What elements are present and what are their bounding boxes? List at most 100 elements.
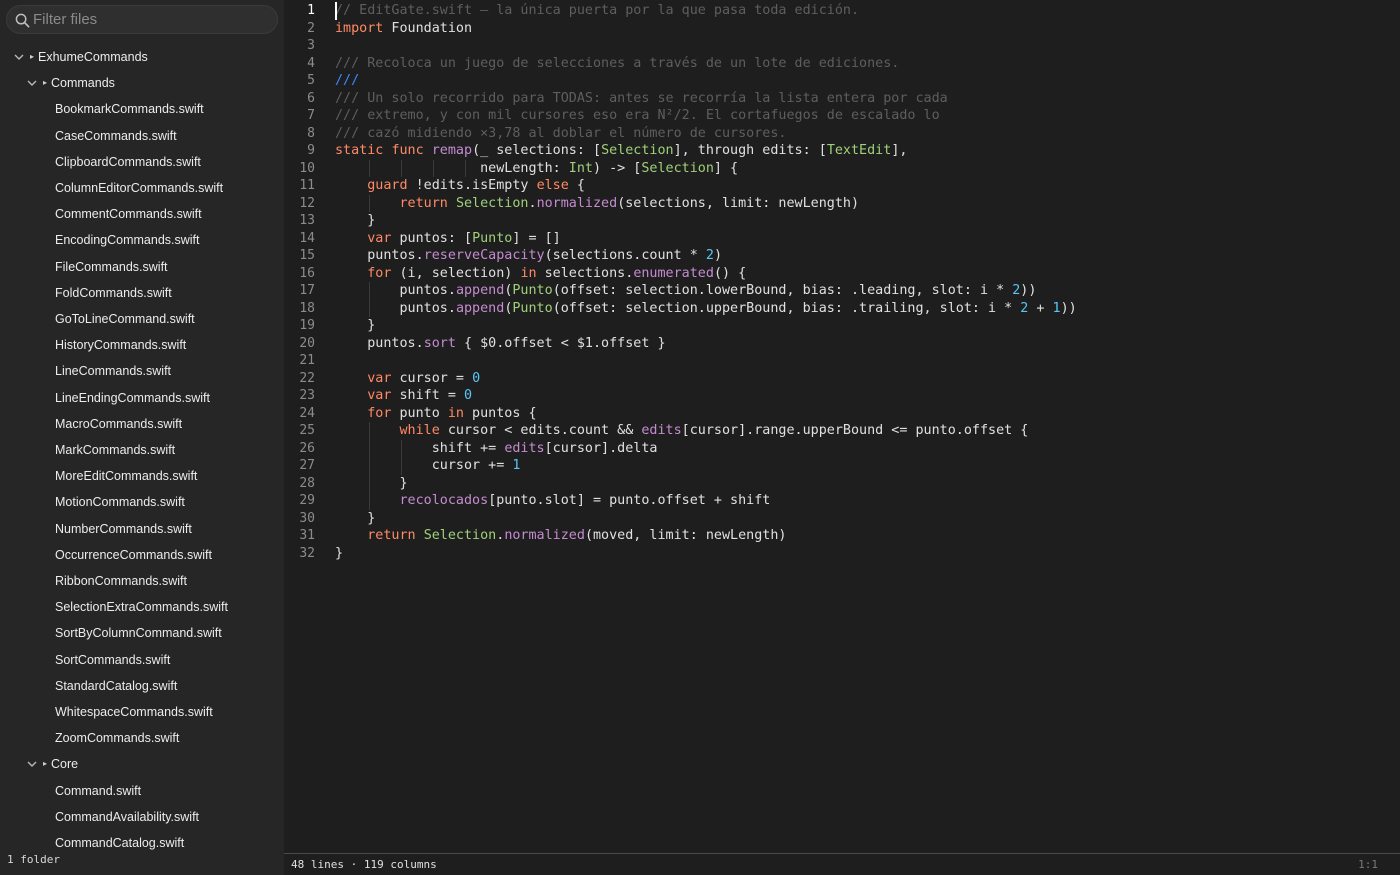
code-line[interactable]: guard !edits.isEmpty else { <box>335 177 585 195</box>
indent-guide <box>369 492 370 510</box>
file-row-commandavailability-swift[interactable]: CommandAvailability.swift <box>0 805 284 829</box>
cursor-position: 1:1 <box>1358 858 1378 871</box>
file-row-sortbycolumncommand-swift[interactable]: SortByColumnCommand.swift <box>0 621 284 645</box>
folder-row-exhumecommands[interactable]: ▸ ExhumeCommands <box>0 45 284 69</box>
chevron-down-icon[interactable] <box>27 78 37 88</box>
file-row-casecommands-swift[interactable]: CaseCommands.swift <box>0 124 284 148</box>
code-line[interactable]: } <box>335 510 375 528</box>
code-token: sort <box>423 335 456 351</box>
code-token: Punto <box>472 230 513 246</box>
file-row-clipboardcommands-swift[interactable]: ClipboardCommands.swift <box>0 150 284 174</box>
code-token: normalized <box>536 195 618 211</box>
file-row-historycommands-swift[interactable]: HistoryCommands.swift <box>0 333 284 357</box>
code-editor[interactable]: 1 // EditGate.swift — la única puerta por… <box>284 0 1400 853</box>
line-number: 24 <box>299 405 315 421</box>
file-row-macrocommands-swift[interactable]: MacroCommands.swift <box>0 412 284 436</box>
code-token: 1 <box>1052 300 1061 316</box>
code-line[interactable]: var puntos: [Punto] = [] <box>335 230 561 248</box>
line-number: 29 <box>299 493 315 508</box>
file-label: SortCommands.swift <box>55 652 171 667</box>
code-line[interactable]: static func remap(_ selections: [Selecti… <box>335 142 907 160</box>
folder-row-core[interactable]: ▸ Core <box>0 752 284 776</box>
code-line[interactable]: return Selection.normalized(moved, limit… <box>335 527 786 545</box>
code-token: import <box>335 20 384 36</box>
file-row-linecommands-swift[interactable]: LineCommands.swift <box>0 359 284 383</box>
code-line[interactable]: var shift = 0 <box>335 387 472 405</box>
code-line[interactable]: newLength: Int) -> [Selection] { <box>335 160 738 178</box>
file-row-commentcommands-swift[interactable]: CommentCommands.swift <box>0 202 284 226</box>
filter-field[interactable] <box>6 5 278 34</box>
line-number: 5 <box>307 73 315 88</box>
chevron-down-icon[interactable] <box>27 759 37 769</box>
code-token: Selection <box>641 160 714 176</box>
file-row-columneditorcommands-swift[interactable]: ColumnEditorCommands.swift <box>0 176 284 200</box>
code-token: for <box>367 405 392 421</box>
code-line[interactable]: puntos.sort { $0.offset < $1.offset } <box>335 335 665 353</box>
code-line[interactable]: var cursor = 0 <box>335 370 480 388</box>
file-row-selectionextracommands-swift[interactable]: SelectionExtraCommands.swift <box>0 595 284 619</box>
code-token: puntos. <box>335 335 424 351</box>
line-number: 10 <box>299 160 315 176</box>
code-line[interactable]: return Selection.normalized(selections, … <box>335 195 860 213</box>
folder-row-commands[interactable]: ▸ Commands <box>0 71 284 95</box>
code-line[interactable]: puntos.reserveCapacity(selections.count … <box>335 247 722 265</box>
indent-guide <box>369 159 370 177</box>
code-line[interactable]: } <box>335 212 375 230</box>
code-line[interactable]: /// Recoloca un juego de selecciones a t… <box>335 55 899 73</box>
code-line[interactable]: /// extremo, y con mil cursores eso era … <box>335 107 940 125</box>
file-row-commandcatalog-swift[interactable]: CommandCatalog.swift <box>0 831 284 855</box>
file-row-bookmarkcommands-swift[interactable]: BookmarkCommands.swift <box>0 97 284 121</box>
file-row-moreeditcommands-swift[interactable]: MoreEditCommands.swift <box>0 464 284 488</box>
code-line[interactable]: /// cazó midiendo ×3,78 al doblar el núm… <box>335 125 786 143</box>
file-row-command-swift[interactable]: Command.swift <box>0 779 284 803</box>
code-line[interactable]: while cursor < edits.count && edits[curs… <box>335 422 1029 440</box>
file-row-motioncommands-swift[interactable]: MotionCommands.swift <box>0 490 284 514</box>
code-line[interactable]: recolocados[punto.slot] = punto.offset +… <box>335 492 771 510</box>
code-line[interactable]: } <box>335 475 407 493</box>
code-line[interactable]: shift += edits[cursor].delta <box>335 440 658 458</box>
indent-guide <box>433 159 434 177</box>
line-number: 11 <box>299 178 315 193</box>
file-row-gotolinecommand-swift[interactable]: GoToLineCommand.swift <box>0 307 284 331</box>
file-row-lineendingcommands-swift[interactable]: LineEndingCommands.swift <box>0 386 284 410</box>
code-line[interactable]: } <box>335 545 343 563</box>
file-label: GoToLineCommand.swift <box>55 312 195 326</box>
file-row-sortcommands-swift[interactable]: SortCommands.swift <box>0 648 284 672</box>
code-line[interactable]: cursor += 1 <box>335 457 521 475</box>
file-row-foldcommands-swift[interactable]: FoldCommands.swift <box>0 281 284 305</box>
code-line[interactable]: } <box>335 317 375 335</box>
line-number: 14 <box>299 230 315 246</box>
code-line[interactable]: import Foundation <box>335 20 472 38</box>
code-line[interactable]: /// Un solo recorrido para TODAS: antes … <box>335 90 948 108</box>
indent-guide <box>369 474 370 492</box>
file-row-ribboncommands-swift[interactable]: RibbonCommands.swift <box>0 569 284 593</box>
code-line[interactable]: // EditGate.swift — la única puerta por … <box>335 2 859 20</box>
file-row-markcommands-swift[interactable]: MarkCommands.swift <box>0 438 284 462</box>
file-label: CommandAvailability.swift <box>55 809 200 824</box>
file-row-filecommands-swift[interactable]: FileCommands.swift <box>0 255 284 279</box>
chevron-down-icon[interactable] <box>14 52 24 62</box>
file-label: LineCommands.swift <box>55 364 172 379</box>
file-row-standardcatalog-swift[interactable]: StandardCatalog.swift <box>0 674 284 698</box>
code-token: else <box>536 178 569 193</box>
line-number: 13 <box>299 213 315 228</box>
file-row-whitespacecommands-swift[interactable]: WhitespaceCommands.swift <box>0 700 284 724</box>
filter-input[interactable] <box>33 9 269 30</box>
indent-guide <box>465 159 466 177</box>
code-line[interactable]: puntos.append(Punto(offset: selection.up… <box>335 300 1076 318</box>
file-row-occurrencecommands-swift[interactable]: OccurrenceCommands.swift <box>0 543 284 567</box>
line-number: 28 <box>299 475 315 491</box>
file-row-numbercommands-swift[interactable]: NumberCommands.swift <box>0 517 284 541</box>
indent-guide <box>369 457 370 475</box>
file-label: CaseCommands.swift <box>55 128 177 143</box>
code-line[interactable]: puntos.append(Punto(offset: selection.lo… <box>335 282 1036 300</box>
code-token: remap <box>431 143 473 158</box>
file-label: FileCommands.swift <box>55 259 168 274</box>
file-row-encodingcommands-swift[interactable]: EncodingCommands.swift <box>0 228 284 252</box>
file-row-zoomcommands-swift[interactable]: ZoomCommands.swift <box>0 726 284 750</box>
code-line[interactable]: /// <box>335 72 359 90</box>
code-line[interactable]: for (i, selection) in selections.enumera… <box>335 265 746 283</box>
code-line[interactable]: for punto in puntos { <box>335 405 536 423</box>
